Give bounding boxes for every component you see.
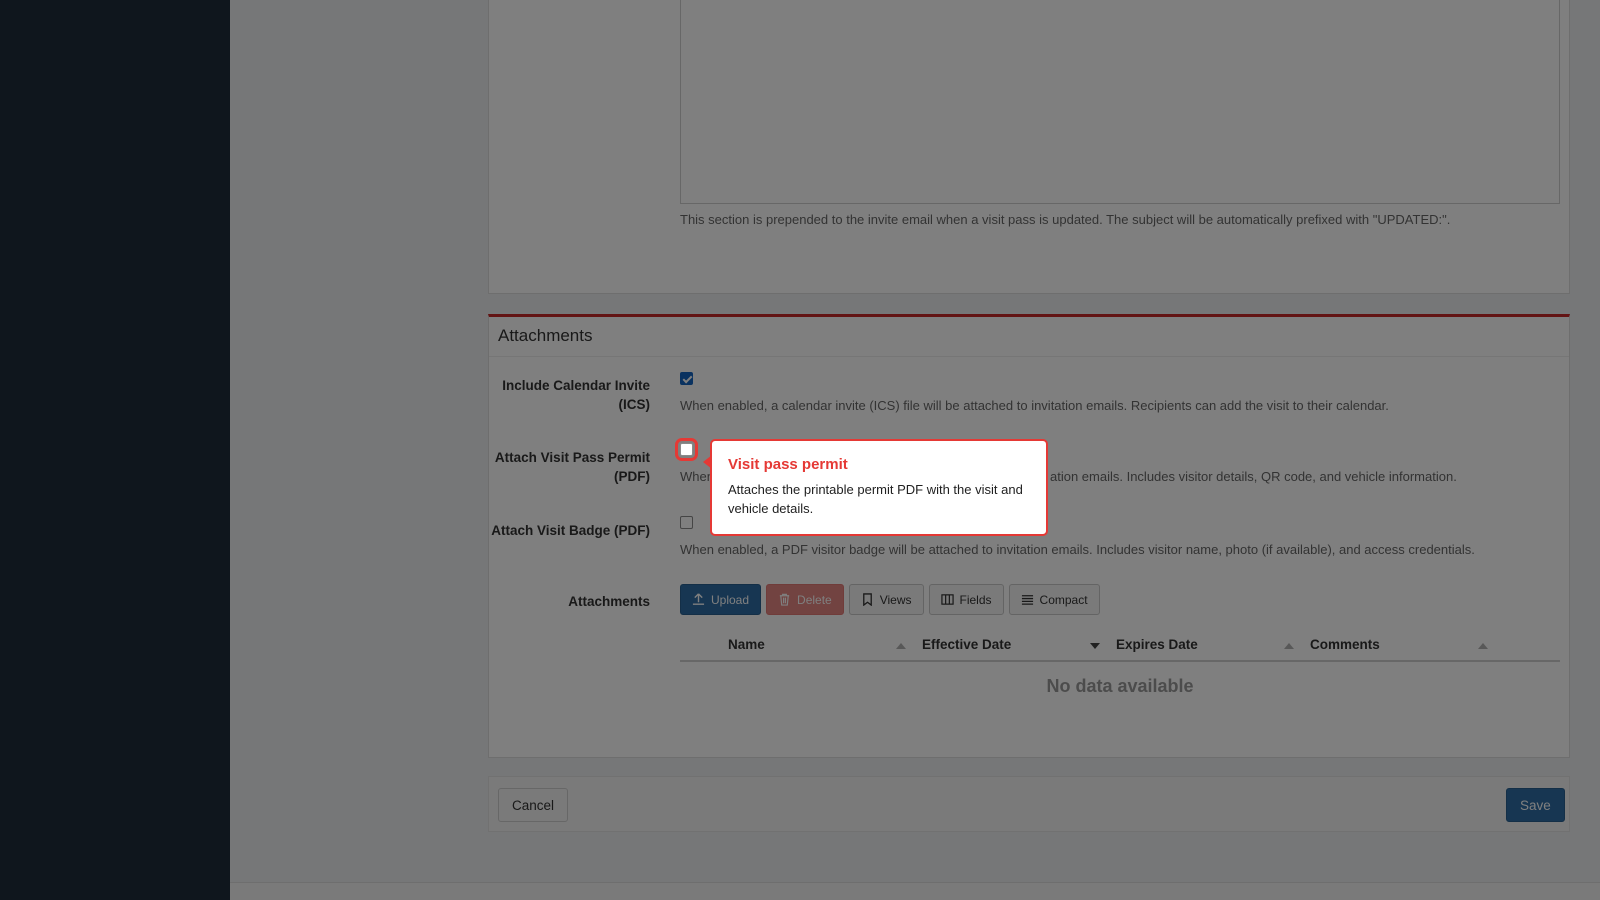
popover-body: Attaches the printable permit PDF with t… [728,482,1023,516]
sort-asc-icon[interactable] [896,643,906,649]
column-effective-date[interactable]: Effective Date [922,637,1011,652]
attachments-table-header: Name Effective Date Expires Date Comment… [680,632,1560,662]
delete-button[interactable]: Delete [766,584,844,615]
attach-visit-badge-help: When enabled, a PDF visitor badge will b… [680,542,1475,557]
column-comments[interactable]: Comments [1310,637,1380,652]
include-calendar-invite-label: Include Calendar Invite (ICS) [502,378,650,412]
column-expires-date[interactable]: Expires Date [1116,637,1198,652]
include-calendar-invite-help: When enabled, a calendar invite (ICS) fi… [680,398,1389,413]
attach-visit-badge-label: Attach Visit Badge (PDF) [491,523,650,538]
cancel-button[interactable]: Cancel [498,788,569,822]
upload-icon [692,593,705,605]
bookmark-icon [862,593,872,606]
fields-button[interactable]: Fields [928,584,1004,615]
fields-button-label: Fields [959,592,992,607]
attach-visit-pass-permit-label: Attach Visit Pass Permit (PDF) [494,450,650,484]
attach-visit-badge-checkbox[interactable] [680,516,693,529]
list-icon [1021,595,1033,605]
popover-title: Visit pass permit [728,456,848,473]
delete-button-label: Delete [797,592,832,607]
column-name[interactable]: Name [728,637,765,652]
compact-button[interactable]: Compact [1008,584,1100,615]
sort-asc-icon[interactable] [1284,643,1294,649]
attachments-section-title: Attachments [498,326,593,345]
update-email-textarea[interactable] [680,0,1560,204]
compact-button-label: Compact [1039,592,1088,607]
views-button-label: Views [879,592,912,607]
section-divider [489,356,1569,357]
trash-icon [779,593,790,606]
save-button[interactable]: Save [1506,788,1565,822]
attach-visit-pass-permit-checkbox[interactable] [675,438,698,461]
tour-popover: Visit pass permit Attaches the printable… [703,439,1048,536]
page-footer [230,882,1600,900]
views-button[interactable]: Views [848,584,924,615]
attach-visit-pass-permit-help-end: ation emails. Includes visitor details, … [1050,469,1457,484]
sort-asc-icon[interactable] [1478,643,1488,649]
update-email-help: This section is prepended to the invite … [680,212,1451,227]
sort-desc-icon[interactable] [1090,643,1100,649]
include-calendar-invite-checkbox[interactable] [680,372,693,385]
attachments-toolbar: Upload Delete Views Fields Compact [680,584,1100,615]
form-actions-bar [488,776,1570,832]
attachments-grid-label: Attachments [568,594,650,609]
table-empty-message: No data available [1046,676,1194,696]
popover-arrow [703,455,712,469]
attach-visit-pass-permit-help-start: When [680,469,714,484]
upload-button[interactable]: Upload [680,584,762,615]
upload-button-label: Upload [711,592,750,607]
sidebar [0,0,230,900]
columns-icon [940,594,954,605]
